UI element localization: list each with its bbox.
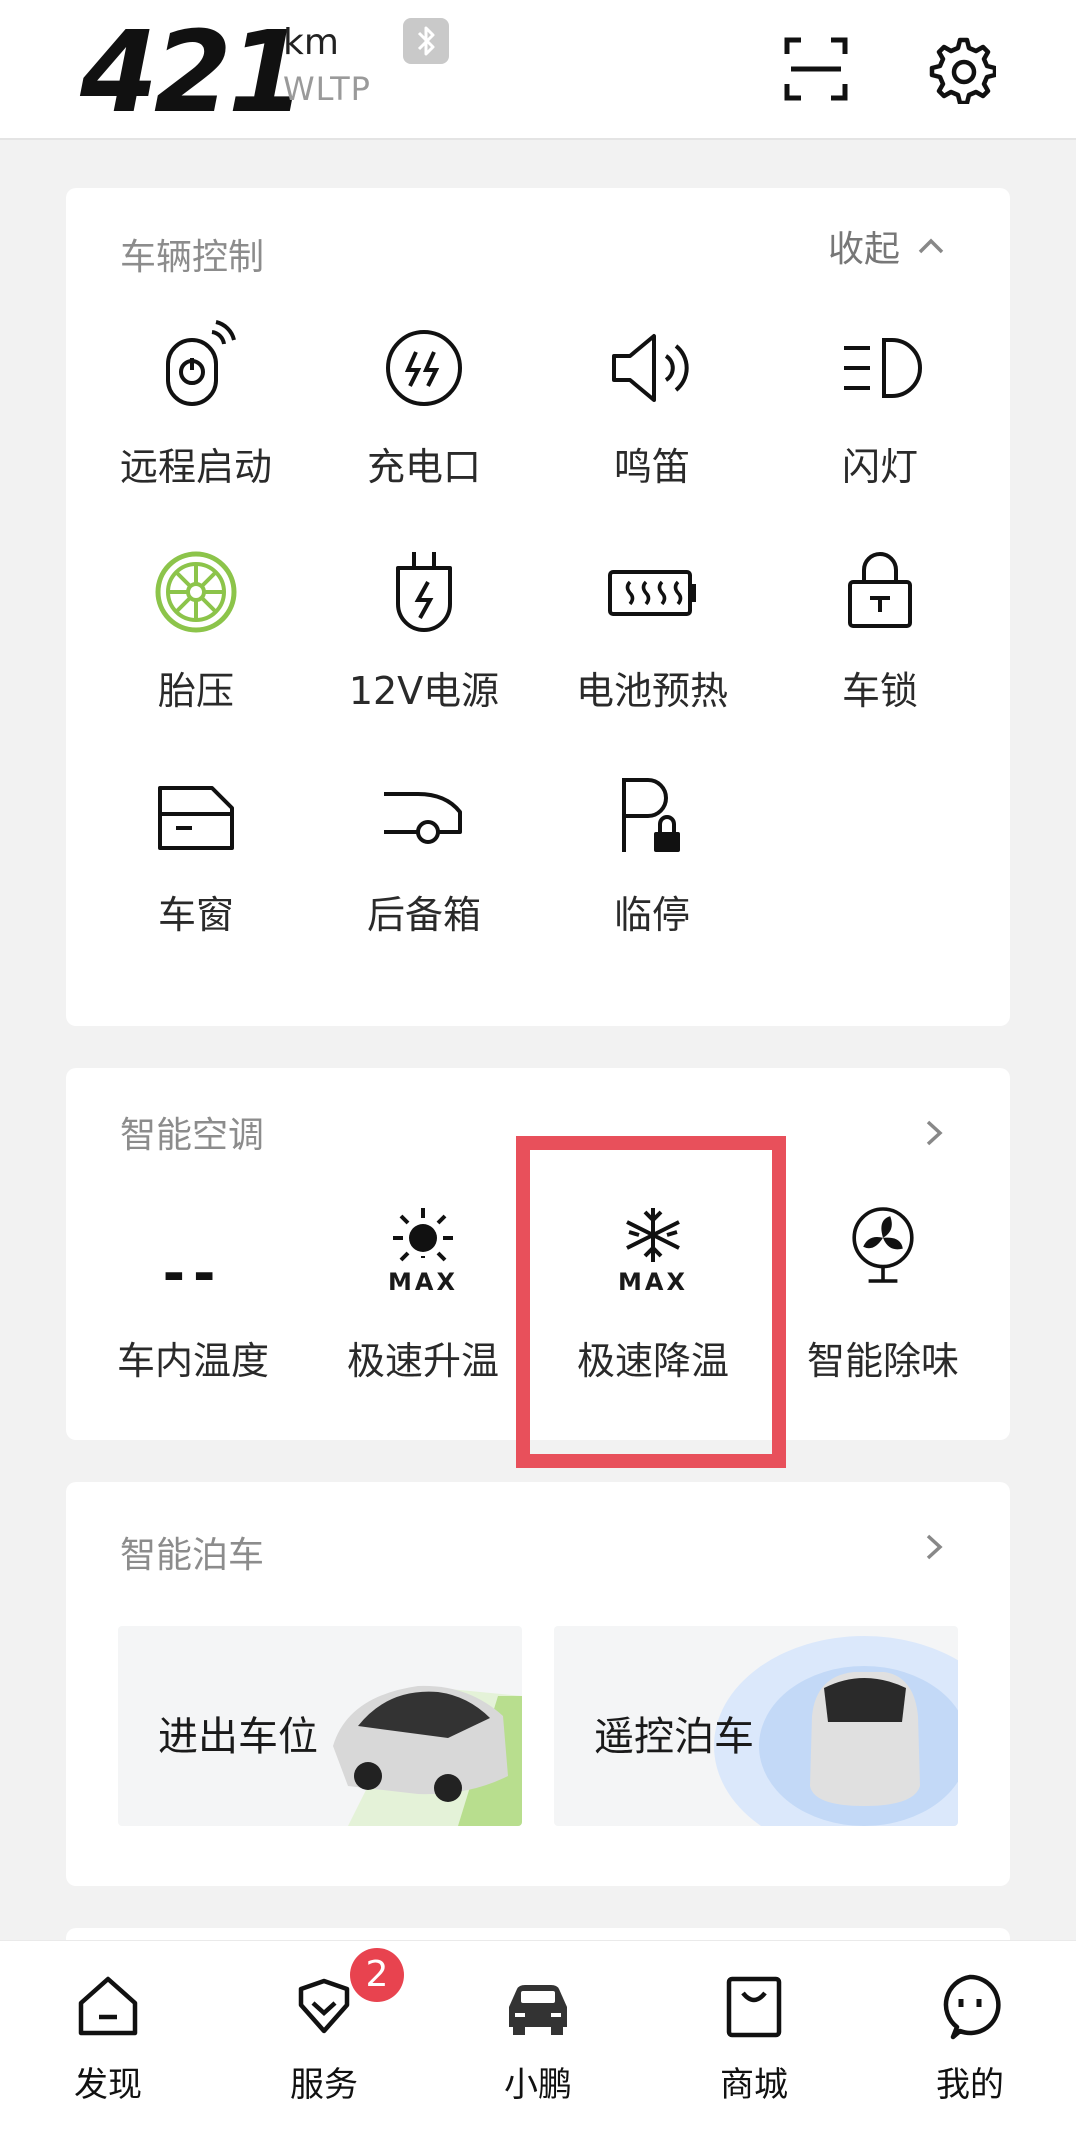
trunk-icon xyxy=(384,792,462,844)
nav-label: 我的 xyxy=(936,2065,1004,2105)
card-title: 智能空调 xyxy=(120,1115,265,1156)
nav-label: 服务 xyxy=(290,2065,358,2105)
park-in-out-tile[interactable]: 进出车位 xyxy=(118,1626,522,1826)
charge-port-icon xyxy=(386,330,462,406)
vehicle-control-card: 车辆控制 收起 远程启动 充电口 鸣笛 闪灯 胎压 12V电源 电池预热 车锁 … xyxy=(66,188,1010,1026)
trunk-label: 后备箱 xyxy=(366,893,481,937)
smart-deodorize-label: 智能除味 xyxy=(806,1339,959,1383)
remote-start-tile[interactable]: 远程启动 xyxy=(86,318,306,508)
range-unit: km xyxy=(283,22,339,63)
tire-pressure-label: 胎压 xyxy=(157,669,234,713)
scan-icon[interactable] xyxy=(781,34,851,104)
lock-label: 车锁 xyxy=(841,669,918,713)
flash-lights-tile[interactable]: 闪灯 xyxy=(770,318,990,508)
collapse-button[interactable]: 收起 xyxy=(828,220,948,272)
home-icon xyxy=(78,1976,138,2036)
chevron-right-icon[interactable] xyxy=(916,1116,950,1150)
fan-icon xyxy=(852,1207,914,1283)
top-bar: 421 km WLTP xyxy=(0,0,1076,140)
remote-start-label: 远程启动 xyxy=(119,445,272,489)
shop-bag-icon xyxy=(726,1976,782,2038)
chevron-right-icon[interactable] xyxy=(916,1530,950,1564)
max-heat-label: 极速升温 xyxy=(346,1339,499,1383)
temporary-parking-tile[interactable]: 临停 xyxy=(542,766,762,956)
nav-label: 小鹏 xyxy=(504,2065,572,2105)
remote-start-icon xyxy=(166,320,236,406)
nav-xpeng[interactable]: 小鹏 xyxy=(468,1971,608,2121)
gear-icon[interactable] xyxy=(926,34,998,106)
battery-preheat-icon xyxy=(608,570,696,616)
profile-icon xyxy=(943,1974,1001,2040)
collapse-label: 收起 xyxy=(827,229,900,270)
max-heat-tile[interactable]: MAX 极速升温 xyxy=(308,1208,538,1410)
chevron-up-icon xyxy=(918,238,944,254)
horn-tile[interactable]: 鸣笛 xyxy=(542,318,762,508)
charge-port-label: 充电口 xyxy=(366,445,481,489)
nav-discover[interactable]: 发现 xyxy=(38,1971,178,2121)
window-tile[interactable]: 车窗 xyxy=(86,766,306,956)
flash-lights-label: 闪灯 xyxy=(841,445,918,489)
trunk-tile[interactable]: 后备箱 xyxy=(314,766,534,956)
charge-port-tile[interactable]: 充电口 xyxy=(314,318,534,508)
12v-power-tile[interactable]: 12V电源 xyxy=(314,542,534,732)
nav-label: 发现 xyxy=(74,2065,142,2105)
car-icon xyxy=(509,1985,567,2035)
remote-parking-label: 遥控泊车 xyxy=(594,1714,754,1760)
lock-tile[interactable]: 车锁 xyxy=(770,542,990,732)
battery-preheat-label: 电池预热 xyxy=(575,669,728,713)
smart-deodorize-tile[interactable]: 智能除味 xyxy=(768,1207,998,1410)
nav-label: 商城 xyxy=(720,2065,788,2105)
service-badge: 2 xyxy=(350,1948,404,2002)
cabin-temperature-tile: -- 车内温度 xyxy=(78,1210,308,1410)
horn-icon xyxy=(612,334,689,402)
remote-parking-tile[interactable]: 遥控泊车 xyxy=(554,1626,958,1826)
12v-power-icon xyxy=(396,552,452,632)
card-title: 智能泊车 xyxy=(120,1535,265,1576)
window-icon xyxy=(158,786,234,850)
temporary-parking-label: 临停 xyxy=(613,893,690,937)
range-standard: WLTP xyxy=(283,70,371,108)
range-value: 421 xyxy=(80,8,306,138)
highlight-box xyxy=(516,1136,786,1468)
bluetooth-icon xyxy=(403,18,449,64)
12v-power-label: 12V电源 xyxy=(348,669,500,713)
bottom-nav: 发现 服务 小鹏 商城 我的 xyxy=(0,1940,1076,2141)
window-label: 车窗 xyxy=(157,893,234,937)
card-title: 车辆控制 xyxy=(120,237,265,278)
temporary-parking-icon xyxy=(622,778,680,852)
tire-pressure-tile[interactable]: 胎压 xyxy=(86,542,306,732)
max-heat-icon-text: MAX xyxy=(388,1268,458,1296)
service-icon xyxy=(298,1978,350,2034)
flash-lights-icon xyxy=(844,338,922,398)
tire-pressure-icon xyxy=(155,551,237,633)
cabin-temperature-value: -- xyxy=(162,1242,224,1305)
lock-icon xyxy=(848,552,912,628)
park-in-out-label: 进出车位 xyxy=(158,1714,318,1760)
battery-preheat-tile[interactable]: 电池预热 xyxy=(542,542,762,732)
nav-shop[interactable]: 商城 xyxy=(684,1971,824,2121)
horn-label: 鸣笛 xyxy=(613,445,690,489)
cabin-temperature-label: 车内温度 xyxy=(116,1339,269,1383)
nav-mine[interactable]: 我的 xyxy=(900,1971,1040,2121)
